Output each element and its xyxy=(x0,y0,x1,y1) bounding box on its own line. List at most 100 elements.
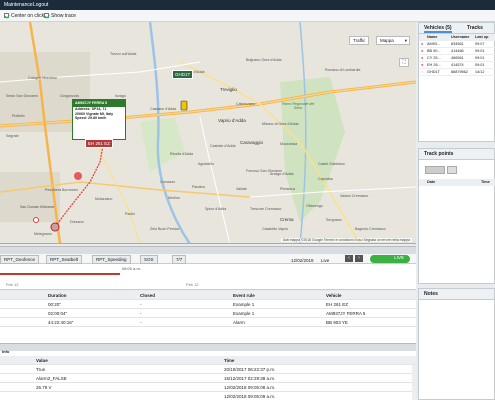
table-header: Duration Closed Event rule Vehicle xyxy=(0,291,416,300)
cell-last-update: 14/12 xyxy=(475,70,485,74)
tab-rpt-seatbelt[interactable]: RPT_Seatbelt xyxy=(46,255,83,264)
timeline[interactable]: 08:00 a.m. Feb 12 Feb 12 xyxy=(0,264,416,290)
cell-last-update: 09:01 xyxy=(475,56,485,60)
prev-icon[interactable]: ‹ xyxy=(345,255,353,262)
place-label: Peschiera Borromeo xyxy=(45,188,78,192)
column-header[interactable]: Username xyxy=(451,35,469,39)
column-header[interactable]: Vehicle xyxy=(326,293,342,298)
vehicle-label[interactable]: EH 261 EZ xyxy=(85,139,114,148)
cell-value: 26.79 V xyxy=(36,385,52,390)
tab-tracks[interactable]: Tracks xyxy=(467,25,483,31)
events-grid: Duration Closed Event rule Vehicle 00:20… xyxy=(0,291,416,351)
table-row[interactable]: Alarm2_FALSE 15/12/2017 02:29:38 a.m. xyxy=(0,374,416,383)
place-label: Trescore Cremasco xyxy=(250,207,282,211)
tab-sos[interactable]: SOS xyxy=(140,255,158,264)
place-label: Merlino xyxy=(168,196,180,200)
table-row[interactable]: ○ GHD1T 86879562 14/12 xyxy=(419,69,495,76)
place-label: Pioltello xyxy=(12,114,25,118)
notes-area[interactable] xyxy=(419,300,494,399)
place-label: Treviglio xyxy=(220,87,237,92)
table-row[interactable]: ● BB 90... 414466 09:01 xyxy=(419,48,495,55)
center-on-click-option[interactable]: Center on click xyxy=(4,13,44,19)
live-button[interactable]: LIVE xyxy=(370,255,410,263)
column-header[interactable]: Time xyxy=(481,180,490,184)
details-grid: Info Value Time True 20/10/2017 06:22:37… xyxy=(0,349,416,400)
date-field[interactable]: 12/02/2018 xyxy=(291,258,314,263)
column-header[interactable]: Event rule xyxy=(233,293,255,298)
place-label: Dresano xyxy=(70,220,84,224)
table-row[interactable]: 00:20" - Example 1 EH 261 EZ xyxy=(0,300,416,309)
place-label: Mozzanica xyxy=(280,142,298,146)
timeline-date: Feb 12 xyxy=(186,282,199,287)
cell-time: 12/02/2018 09:05:08 a.m. xyxy=(224,385,276,390)
menu-item-logout[interactable]: Logout xyxy=(33,2,48,8)
place-label: Casaletto Vaprio xyxy=(262,227,289,231)
tab-vehicles[interactable]: Vehicles (5) xyxy=(424,25,452,33)
place-label: Caravaggio xyxy=(240,140,264,145)
place-label: Inzago xyxy=(115,94,126,98)
cell-duration: 00:20" xyxy=(48,302,61,307)
column-header[interactable]: Date xyxy=(427,180,435,184)
track-points-menu-button[interactable] xyxy=(447,166,457,174)
column-header[interactable]: Value xyxy=(36,358,48,363)
column-header[interactable]: Name xyxy=(427,35,437,39)
table-header: Value Time xyxy=(0,356,416,365)
status-dot-icon: ● xyxy=(421,63,424,67)
place-label: Mulazzano xyxy=(95,197,113,201)
traffic-toggle[interactable]: Traffic xyxy=(349,36,370,45)
place-label: Pandino xyxy=(192,185,206,189)
column-header[interactable]: Duration xyxy=(48,293,67,298)
cell-name: CY 25... xyxy=(427,56,441,60)
track-points-action-button[interactable] xyxy=(425,166,445,174)
cell-vehicle: AM937JY FERRA 5 xyxy=(326,311,366,316)
chevron-down-icon: ▾ xyxy=(404,38,407,43)
next-icon[interactable]: › xyxy=(355,255,363,262)
status-dot-icon: ● xyxy=(421,42,424,46)
place-label: Sesto San Giovanni xyxy=(6,94,38,98)
table-row[interactable]: 12/02/2018 09:05:09 a.m. xyxy=(0,392,416,400)
center-on-click-checkbox[interactable] xyxy=(4,13,9,19)
cell-username: 86879562 xyxy=(451,70,468,74)
show-trace-checkbox[interactable] xyxy=(44,13,49,19)
menu-item-maintenance[interactable]: Maintenance xyxy=(4,2,33,8)
pane-splitter[interactable] xyxy=(0,246,416,254)
table-row[interactable]: 02:00:04" - Example 1 AM937JY FERRA 5 xyxy=(0,309,416,318)
place-label: Paullo xyxy=(125,212,135,216)
column-header[interactable]: Closed xyxy=(140,293,155,298)
tab-rpt-geofence[interactable]: RPT_Geofence xyxy=(0,255,40,264)
cell-closed: - xyxy=(140,320,142,325)
tab-rpt-speeding[interactable]: RPT_Speeding xyxy=(92,255,131,264)
map-view[interactable]: Traffic Mappa ▾ ⛶ Vaprio d'Adda Trevigli… xyxy=(0,22,416,244)
table-row[interactable]: ● CY 25... 466561 09:01 xyxy=(419,55,495,62)
map-type-select[interactable]: Mappa ▾ xyxy=(376,36,410,45)
fullscreen-icon[interactable]: ⛶ xyxy=(399,58,409,67)
vehicle-label[interactable]: GHD1T xyxy=(172,70,194,79)
table-row[interactable]: 44:22:40:16" - Alarm BB 903 YE xyxy=(0,318,416,327)
place-label: Castel Gabbiano xyxy=(318,162,345,166)
table-row[interactable]: ● EH 26... 414574 09:01 xyxy=(419,62,495,69)
pane-splitter[interactable] xyxy=(0,343,416,351)
cell-duration: 44:22:40:16" xyxy=(48,320,74,325)
park-label: Parco Regionale del Serio xyxy=(281,102,315,110)
show-trace-option[interactable]: Show trace xyxy=(44,13,76,19)
cell-value: True xyxy=(36,367,46,372)
cell-value: Alarm2_FALSE xyxy=(36,376,67,381)
vehicle-info-popup[interactable]: AM937JY FERRA 5 Address: SP14, 71 20060 … xyxy=(72,99,126,140)
column-header[interactable]: Last up xyxy=(475,35,489,39)
details-title: Info xyxy=(2,349,10,354)
table-row[interactable]: 26.79 V 12/02/2018 09:05:08 a.m. xyxy=(0,383,416,392)
column-header[interactable]: Time xyxy=(224,358,234,363)
place-label: Offanengo xyxy=(306,204,323,208)
table-row[interactable]: ● AM93... 834561 09:07 xyxy=(419,41,495,48)
place-label: Brignano Gera d'Adda xyxy=(246,58,282,62)
tab-pager[interactable]: 7/7 xyxy=(172,255,187,264)
notes-title: Notes xyxy=(424,291,438,297)
table-row[interactable]: True 20/10/2017 06:22:37 p.m. xyxy=(0,365,416,374)
place-label: Vaprio d'Adda xyxy=(218,118,246,123)
cell-vehicle: BB 903 YE xyxy=(326,320,348,325)
place-label: Pieranica xyxy=(280,187,295,191)
cell-username: 414574 xyxy=(451,63,464,67)
place-label: Misano di Gera d'Adda xyxy=(262,122,299,126)
place-label: Vaiano Cremasco xyxy=(340,194,369,198)
scrollbar[interactable] xyxy=(412,365,416,400)
